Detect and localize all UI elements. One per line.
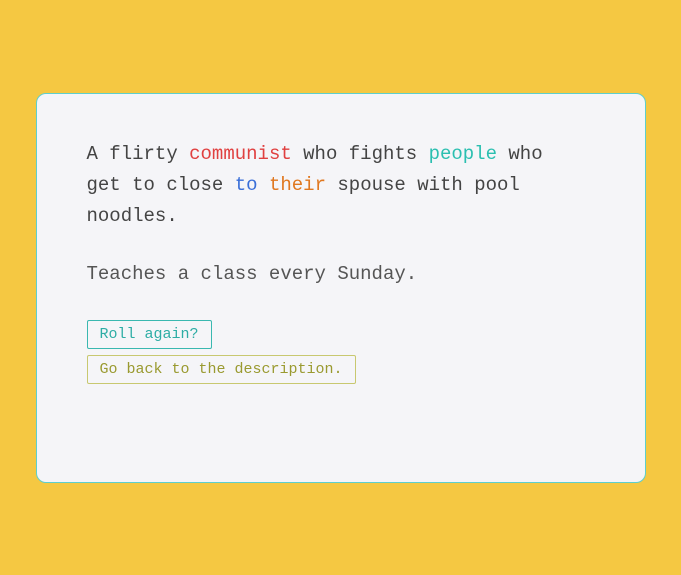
text-to1: to	[132, 174, 155, 196]
text-people: people	[429, 143, 497, 165]
text-their	[258, 174, 269, 196]
text-noodles: noodles.	[87, 205, 178, 227]
text-who-fights: who fights	[292, 143, 429, 165]
roll-again-button[interactable]: Roll again?	[87, 320, 212, 349]
text-their-word: their	[269, 174, 326, 196]
content-card: A flirty communist who fights people who…	[36, 93, 646, 483]
text-communist: communist	[189, 143, 292, 165]
text-spouse: spouse with pool	[326, 174, 520, 196]
text-who: who	[497, 143, 543, 165]
button-group: Roll again? Go back to the description.	[87, 320, 595, 384]
go-back-button[interactable]: Go back to the description.	[87, 355, 356, 384]
text-get: get	[87, 174, 133, 196]
text-to2: to	[235, 174, 258, 196]
text-close: close	[155, 174, 235, 196]
secondary-description: Teaches a class every Sunday.	[87, 263, 595, 285]
text-a-flirty: A flirty	[87, 143, 190, 165]
main-description: A flirty communist who fights people who…	[87, 139, 595, 233]
